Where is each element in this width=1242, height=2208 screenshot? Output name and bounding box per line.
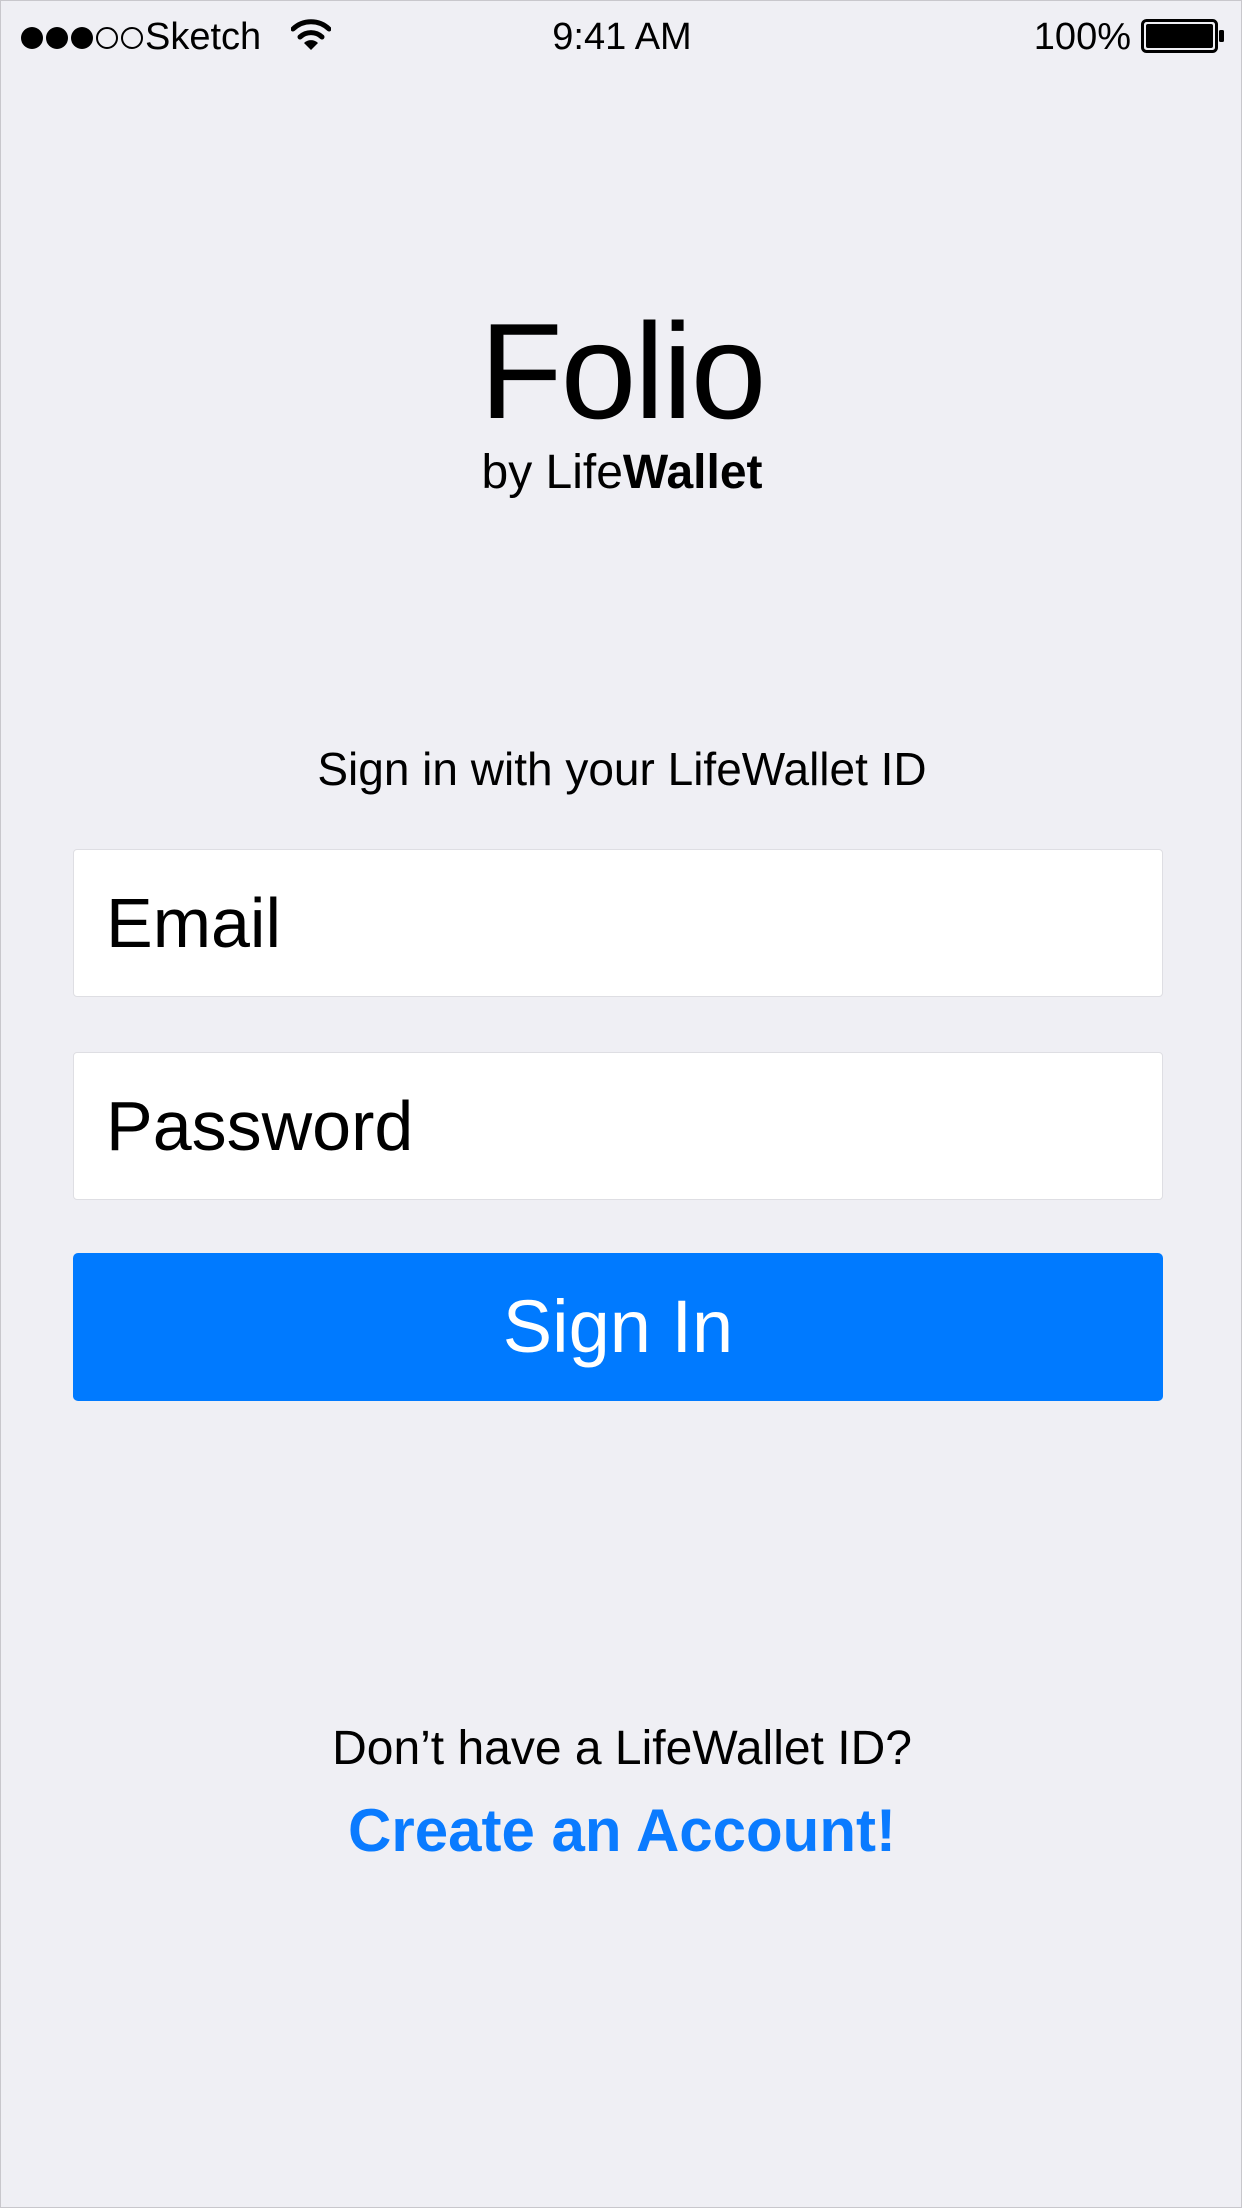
sign-in-button[interactable]: Sign In <box>73 1253 1163 1401</box>
password-field-container <box>73 1052 1163 1200</box>
create-account-link[interactable]: Create an Account! <box>1 1795 1242 1867</box>
battery-full-icon <box>1141 19 1224 53</box>
email-field[interactable] <box>74 850 1162 996</box>
app-logo-title: Folio <box>479 295 767 447</box>
battery-percentage: 100% <box>1033 16 1131 58</box>
no-account-text: Don’t have a LifeWallet ID? <box>332 1722 912 1775</box>
logo-sub-prefix: by Life <box>481 446 623 499</box>
app-logo-subtitle: by LifeWallet <box>1 441 1242 505</box>
status-bar: Sketch 9:41 AM 100% <box>1 1 1242 71</box>
logo-sub-bold: Wallet <box>622 446 763 499</box>
sign-in-prompt: Sign in with your LifeWallet ID <box>317 743 927 795</box>
email-field-container <box>73 849 1163 997</box>
password-field[interactable] <box>74 1053 1162 1199</box>
